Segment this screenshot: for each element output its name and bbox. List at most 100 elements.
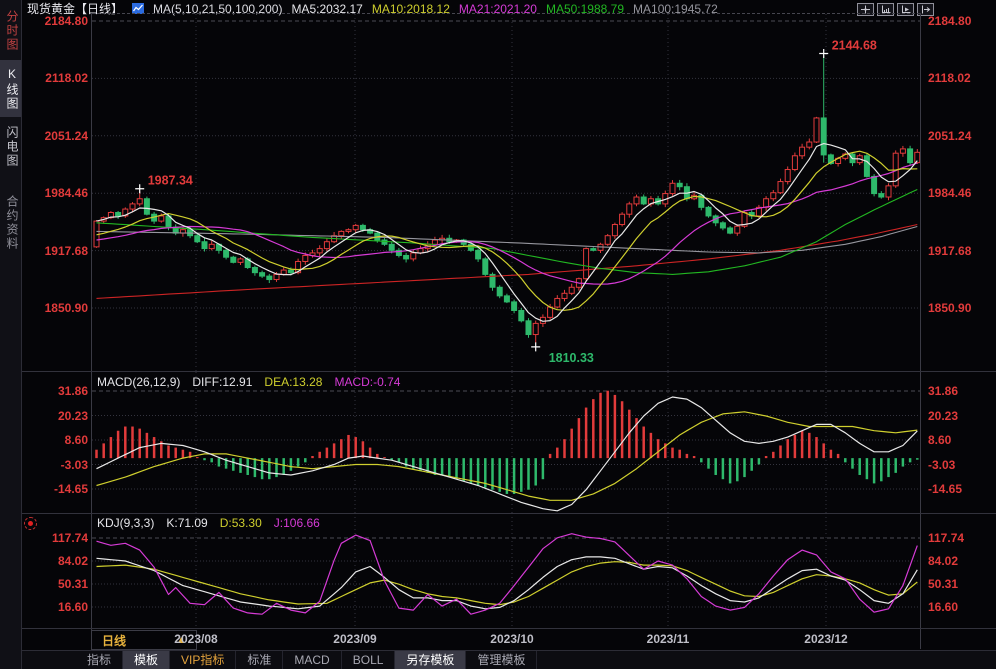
macd-header: MACD(26,12,9) DIFF:12.91 DEA:13.28 MACD:…	[97, 375, 400, 389]
candle-up	[626, 203, 633, 215]
sidebar-tab-time-chart[interactable]: 分时图	[0, 3, 21, 58]
macd-bar-positive	[808, 432, 811, 459]
date-label: 2023/08	[174, 632, 218, 646]
macd-bar-positive	[311, 456, 314, 459]
candle-down	[230, 256, 237, 263]
macd-axis-right-label: 31.86	[928, 384, 959, 398]
sidebar-tab-contract-info[interactable]: 合约资料	[0, 183, 21, 263]
kdj-indicator-chart[interactable]	[92, 513, 920, 628]
macd-axis-right-label: -3.03	[928, 457, 956, 472]
sidebar-tab-lightning-chart[interactable]: 闪电图	[0, 119, 21, 175]
macd-bar-negative	[908, 458, 912, 463]
candle-down	[871, 175, 878, 195]
candle-up	[633, 196, 640, 205]
macd-bar-positive	[656, 439, 660, 459]
macd-bar-negative	[469, 458, 473, 484]
candle-down	[287, 269, 294, 274]
macd-axis-left-label: -3.03	[60, 457, 88, 472]
macd-bar-negative	[728, 458, 732, 484]
macd-bar-negative	[865, 458, 869, 480]
candle-up	[316, 248, 323, 254]
bottom-tab-另存模板[interactable]: 另存模板	[395, 651, 467, 669]
macd-bar-positive	[692, 456, 696, 459]
period-label: 日线	[102, 633, 127, 648]
macd-bar-negative	[757, 458, 761, 465]
macd-bar-positive	[570, 428, 573, 459]
bottom-tab-MACD[interactable]: MACD	[283, 651, 342, 669]
candle-up	[813, 117, 820, 143]
macd-bar-positive	[167, 445, 170, 459]
candle-up	[604, 235, 611, 245]
candle-up	[136, 198, 143, 205]
macd-bar-negative	[289, 458, 293, 471]
candle-down	[820, 117, 827, 156]
macd-indicator-chart[interactable]	[92, 372, 920, 513]
macd-axis-right-label: -14.65	[928, 482, 963, 496]
macd-bar-positive	[822, 443, 825, 459]
candle-down	[115, 211, 122, 217]
macd-bar-positive	[671, 447, 674, 459]
kdj-axis-right-label: 50.31	[928, 577, 959, 591]
candle-up	[784, 169, 791, 183]
price-axis-left-label: 1984.46	[44, 186, 88, 201]
price-axis-right-label: 2051.24	[928, 128, 972, 143]
macd-bar-negative	[268, 458, 271, 480]
macd-bar-positive	[793, 434, 797, 459]
plot-right-border	[920, 13, 921, 649]
macd-bar-positive	[592, 399, 595, 459]
kdj-d-value: D:53.30	[219, 516, 262, 530]
candle-down	[194, 235, 201, 243]
macd-axis-left-label: 8.60	[64, 433, 88, 447]
macd-bar-positive	[174, 447, 177, 459]
sidebar-tab-kline-chart[interactable]: K线图	[0, 60, 21, 117]
macd-macd-value: MACD:-0.74	[334, 375, 401, 389]
candle-up	[806, 141, 813, 148]
macd-bar-positive	[584, 407, 588, 459]
macd-bar-negative	[844, 458, 847, 463]
macd-bar-positive	[354, 437, 357, 459]
candle-down	[518, 309, 525, 322]
bottom-tab-模板[interactable]: 模板	[123, 651, 171, 669]
macd-bar-negative	[714, 458, 717, 475]
candle-down	[590, 248, 597, 251]
candle-down	[223, 249, 230, 258]
app-window: 分时图 K线图 闪电图 合约资料 现货黄金【日线】 MA(5,10,21,50,100…	[0, 0, 996, 669]
bottom-tab-管理模板[interactable]: 管理模板	[466, 651, 538, 669]
kdj-k-value: K:71.09	[166, 516, 208, 530]
macd-bar-negative	[520, 458, 523, 492]
kdj-axis-left-label: 84.02	[57, 554, 88, 568]
bottom-tab-BOLL[interactable]: BOLL	[342, 651, 396, 669]
bottom-tab-指标[interactable]: 指标	[76, 651, 124, 669]
macd-bar-positive	[685, 453, 689, 459]
macd-bar-negative	[851, 458, 854, 469]
macd-bar-negative	[527, 458, 530, 490]
price-axis-left-label: 1917.68	[44, 243, 88, 258]
price-axis-right-label: 2118.02	[928, 71, 971, 86]
kdj-j-value: J:106.66	[273, 516, 320, 530]
candle-down	[676, 182, 683, 188]
macd-bar-positive	[124, 426, 127, 459]
macd-bar-positive	[556, 447, 559, 459]
macd-bar-negative	[505, 458, 509, 494]
candle-up	[611, 224, 618, 237]
price-marker-cross	[135, 184, 145, 194]
candle-down	[705, 206, 712, 217]
macd-bar-positive	[800, 430, 804, 459]
price-annotation: 1987.34	[148, 174, 193, 188]
bottom-tab-标准[interactable]: 标准	[236, 651, 284, 669]
macd-bar-positive	[649, 432, 653, 459]
macd-bar-negative	[296, 458, 300, 467]
candle-up	[129, 203, 136, 210]
bottom-tab-VIP指标[interactable]: VIP指标	[170, 651, 237, 669]
price-annotation: 1810.33	[549, 351, 594, 365]
macd-axis-right-label: 8.60	[928, 433, 952, 447]
macd-bar-positive	[548, 453, 552, 459]
price-axis-left-label: 2184.80	[44, 14, 88, 28]
candle-up	[532, 322, 539, 336]
main-candlestick-chart[interactable]: 1987.34 1810.33 2144.68	[92, 14, 920, 371]
alert-dot-icon	[24, 517, 37, 530]
candle-up	[280, 269, 287, 275]
macd-bar-positive	[577, 418, 581, 459]
kdj-axis-right-label: 117.74	[928, 531, 965, 545]
series-line	[96, 533, 918, 615]
